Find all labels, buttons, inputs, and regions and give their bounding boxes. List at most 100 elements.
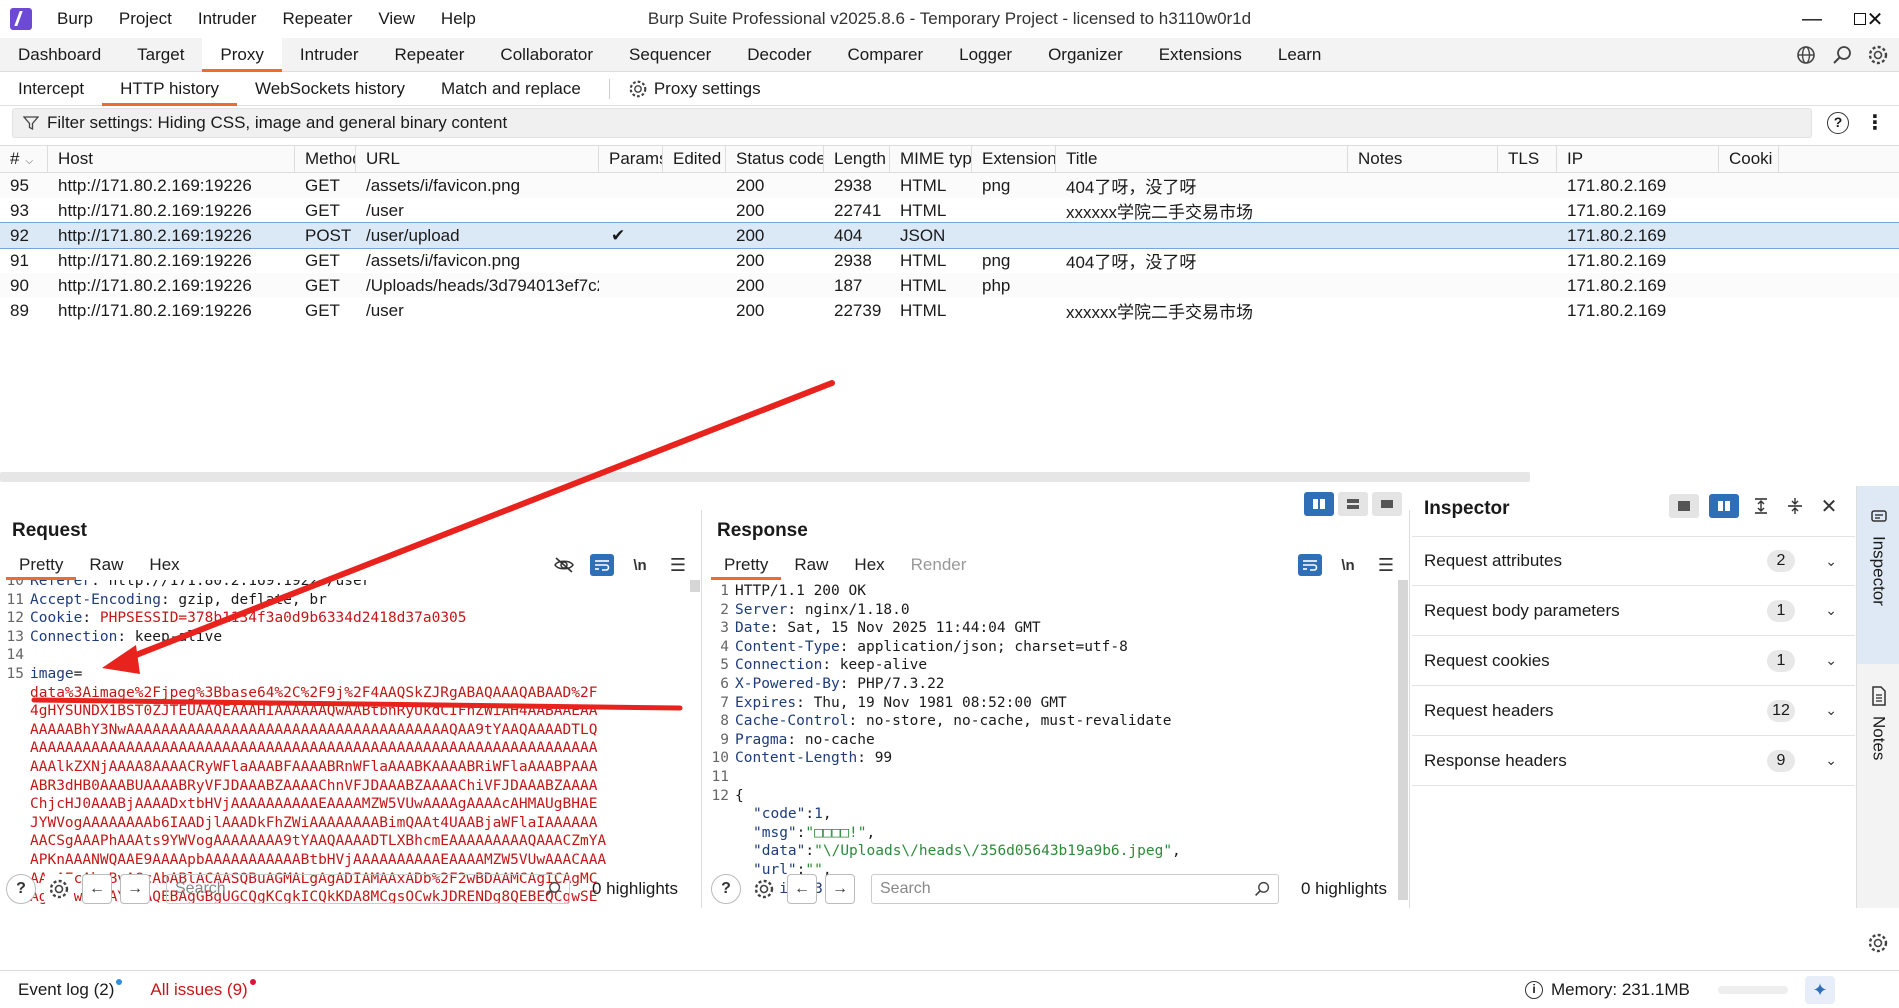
table-row[interactable]: 89 http://171.80.2.169:19226 GET/user 200 22… (0, 298, 1899, 323)
all-issues-button[interactable]: All issues (9) (150, 978, 256, 1000)
tab-repeater[interactable]: Repeater (376, 38, 482, 72)
back-arrow-icon[interactable]: ← (82, 874, 112, 904)
rail-settings-gear-icon[interactable] (1867, 932, 1889, 959)
tab-collaborator[interactable]: Collaborator (482, 38, 611, 72)
request-scrollbar[interactable] (690, 580, 700, 592)
minimize-icon[interactable]: — (1788, 0, 1836, 38)
proxy-settings-button[interactable]: Proxy settings (620, 79, 769, 99)
expand-all-icon[interactable] (1749, 495, 1773, 517)
inspector-split-view-toggle[interactable] (1709, 494, 1739, 518)
hide-eye-icon[interactable] (552, 554, 576, 576)
filter-settings-bar[interactable]: Filter settings: Hiding CSS, image and g… (12, 108, 1812, 138)
menu-intruder[interactable]: Intruder (185, 0, 270, 38)
cell-num: 89 (10, 300, 29, 320)
column-header[interactable]: Method (295, 145, 356, 173)
column-header[interactable]: Status code (726, 145, 824, 173)
table-row[interactable]: 90 http://171.80.2.169:19226 GET/Uploads/h… (0, 273, 1899, 298)
column-header[interactable]: Extension (972, 145, 1056, 173)
help-icon[interactable]: ? (711, 874, 741, 904)
more-options-icon[interactable]: ⋮ (1865, 113, 1885, 133)
subtab-match-and-replace[interactable]: Match and replace (423, 72, 599, 106)
wrap-lines-icon[interactable] (590, 554, 614, 576)
table-row[interactable]: 95 http://171.80.2.169:19226 GET/assets/i/… (0, 173, 1899, 198)
column-header[interactable]: Title (1056, 145, 1348, 173)
back-arrow-icon[interactable]: ← (787, 874, 817, 904)
tab-logger[interactable]: Logger (941, 38, 1030, 72)
menu-icon[interactable]: ☰ (1374, 554, 1398, 576)
menu-project[interactable]: Project (106, 0, 185, 38)
search-icon[interactable] (1831, 44, 1853, 66)
view-tab-pretty[interactable]: Pretty (711, 550, 782, 580)
menu-burp[interactable]: Burp (44, 0, 106, 38)
view-tab-hex[interactable]: Hex (841, 550, 897, 580)
table-row[interactable]: 93 http://171.80.2.169:19226 GET/user 200 22… (0, 198, 1899, 223)
column-header[interactable]: IP (1557, 145, 1719, 173)
close-window-icon[interactable]: ✕ (1851, 0, 1899, 38)
menu-repeater[interactable]: Repeater (269, 0, 365, 38)
view-tab-raw[interactable]: Raw (76, 550, 136, 580)
newline-toggle-icon[interactable]: \n (628, 554, 652, 576)
tab-comparer[interactable]: Comparer (830, 38, 942, 72)
menu-icon[interactable]: ☰ (666, 554, 690, 576)
newline-toggle-icon[interactable]: \n (1336, 554, 1360, 576)
column-header[interactable]: Cooki (1719, 145, 1779, 173)
wrap-lines-icon[interactable] (1298, 554, 1322, 576)
tab-decoder[interactable]: Decoder (729, 38, 829, 72)
column-header[interactable]: Host (48, 145, 295, 173)
column-header[interactable]: URL (356, 145, 599, 173)
settings-gear-icon[interactable] (1867, 44, 1889, 66)
ai-sparkle-icon[interactable]: ✦ (1805, 976, 1835, 1004)
menu-help[interactable]: Help (428, 0, 489, 38)
tab-sequencer[interactable]: Sequencer (611, 38, 729, 72)
inspector-section-request-body-parameters[interactable]: Request body parameters 1 ⌄ (1412, 586, 1855, 636)
forward-arrow-icon[interactable]: → (120, 874, 150, 904)
column-header[interactable]: MIME type (890, 145, 972, 173)
view-tab-raw[interactable]: Raw (781, 550, 841, 580)
tab-learn[interactable]: Learn (1260, 38, 1339, 72)
tab-target[interactable]: Target (119, 38, 202, 72)
tab-proxy[interactable]: Proxy (202, 37, 283, 72)
view-tab-render[interactable]: Render (898, 550, 980, 580)
forward-arrow-icon[interactable]: → (825, 874, 855, 904)
column-header[interactable]: Length (824, 145, 890, 173)
column-header[interactable]: Notes (1348, 145, 1498, 173)
view-tab-hex[interactable]: Hex (136, 550, 192, 580)
response-search-input[interactable]: Search (871, 874, 1279, 904)
tab-extensions[interactable]: Extensions (1141, 38, 1260, 72)
column-header[interactable]: TLS (1498, 145, 1557, 173)
column-header[interactable]: Params (599, 145, 663, 173)
horizontal-scrollbar[interactable] (0, 472, 1530, 482)
table-row[interactable]: 91 http://171.80.2.169:19226 GET/assets/i/… (0, 248, 1899, 273)
table-row[interactable]: 92 http://171.80.2.169:19226 POST/user/upl… (0, 222, 1899, 249)
settings-gear-icon[interactable] (44, 874, 74, 904)
inspector-section-request-cookies[interactable]: Request cookies 1 ⌄ (1412, 636, 1855, 686)
globe-icon[interactable] (1795, 44, 1817, 66)
inspector-section-request-headers[interactable]: Request headers 12 ⌄ (1412, 686, 1855, 736)
view-tab-pretty[interactable]: Pretty (6, 550, 77, 580)
subtab-intercept[interactable]: Intercept (0, 72, 102, 106)
tab-intruder[interactable]: Intruder (282, 38, 377, 72)
inspector-list-view-toggle[interactable] (1669, 494, 1699, 518)
rail-tab-notes[interactable]: Notes (1857, 676, 1899, 806)
help-icon[interactable]: ? (6, 874, 36, 904)
tab-dashboard[interactable]: Dashboard (0, 38, 119, 72)
subtab-websockets-history[interactable]: WebSockets history (237, 72, 423, 106)
event-log-button[interactable]: Event log (2) (18, 978, 123, 1000)
inspector-section-response-headers[interactable]: Response headers 9 ⌄ (1412, 736, 1855, 786)
response-scrollbar[interactable] (1398, 580, 1408, 900)
menu-view[interactable]: View (365, 0, 428, 38)
close-icon[interactable]: ✕ (1817, 495, 1841, 518)
settings-gear-icon[interactable] (749, 874, 779, 904)
request-editor[interactable]: 10 Referer: http://171.80.2.169:19226/use… (0, 580, 701, 908)
rail-tab-inspector[interactable]: Inspector (1857, 486, 1899, 664)
collapse-all-icon[interactable] (1783, 495, 1807, 517)
response-editor[interactable]: 1 HTTP/1.1 200 OK 2 Server: nginx/1.18.0 3 Da… (705, 580, 1409, 908)
request-search-input[interactable]: Search (166, 874, 570, 904)
line-number: 4 (720, 638, 729, 655)
subtab-http-history[interactable]: HTTP history (102, 72, 237, 106)
tab-organizer[interactable]: Organizer (1030, 38, 1141, 72)
column-header[interactable]: # ⌵ (0, 145, 48, 173)
help-icon[interactable]: ? (1827, 112, 1849, 134)
column-header[interactable]: Edited (663, 145, 726, 173)
inspector-section-request-attributes[interactable]: Request attributes 2 ⌄ (1412, 536, 1855, 586)
